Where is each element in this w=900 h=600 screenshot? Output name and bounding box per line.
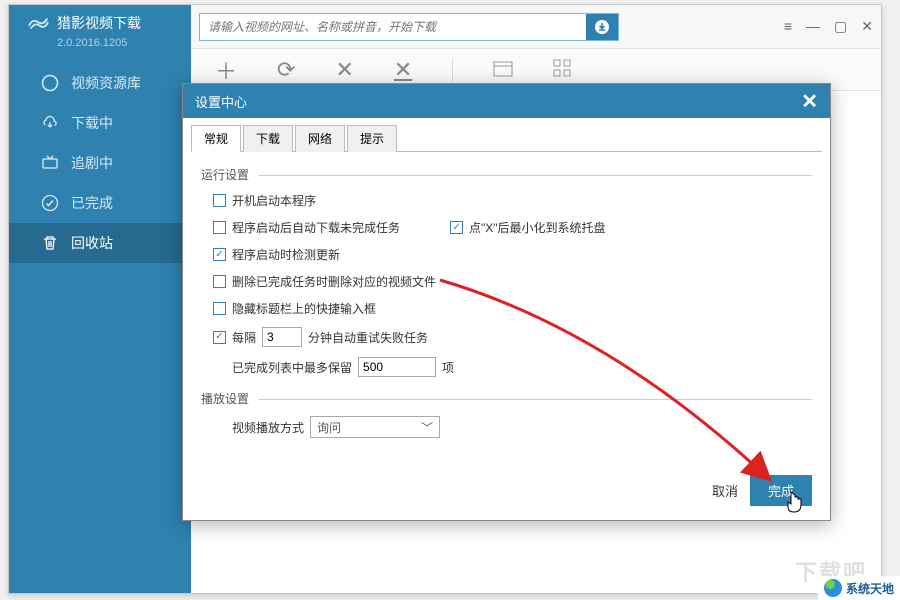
opt-delvideo[interactable]: 删除已完成任务时删除对应的视频文件 bbox=[195, 268, 818, 295]
opt-update[interactable]: ✓ 程序启动时检测更新 bbox=[195, 241, 818, 268]
checkbox-checked-icon[interactable]: ✓ bbox=[213, 331, 226, 344]
sidebar-item-label: 视频资源库 bbox=[71, 73, 141, 93]
search-box bbox=[199, 13, 619, 41]
checkbox-unchecked-icon[interactable] bbox=[213, 275, 226, 288]
search-input[interactable] bbox=[200, 14, 586, 40]
tab-general[interactable]: 常规 bbox=[191, 125, 241, 152]
playmode-select[interactable]: 询问 ﹀ bbox=[310, 416, 440, 438]
modal-footer: 取消 完成 bbox=[183, 465, 830, 520]
opt-keep: 已完成列表中最多保留 项 bbox=[195, 352, 818, 382]
download-icon bbox=[594, 19, 610, 35]
group-play-label: 播放设置 bbox=[201, 390, 818, 407]
maximize-button[interactable]: ▢ bbox=[834, 18, 847, 35]
check-circle-icon bbox=[41, 194, 59, 212]
opt-label: 隐藏标题栏上的快捷输入框 bbox=[232, 300, 376, 317]
sidebar-item-label: 下载中 bbox=[71, 113, 113, 133]
tab-download[interactable]: 下载 bbox=[243, 125, 293, 152]
sidebar-item-series[interactable]: 追剧中 bbox=[9, 143, 191, 183]
view-grid-button[interactable] bbox=[553, 57, 571, 83]
settings-body: 运行设置 开机启动本程序 程序启动后自动下载未完成任务 ✓ 点"X"后最小化到系… bbox=[191, 151, 822, 465]
opt-label: 删除已完成任务时删除对应的视频文件 bbox=[232, 273, 436, 290]
site-badge-text: 系统天地 bbox=[846, 580, 894, 597]
cancel-button[interactable]: 取消 bbox=[712, 481, 738, 500]
sidebar-item-library[interactable]: 视频资源库 bbox=[9, 63, 191, 103]
opt-hidetitle[interactable]: 隐藏标题栏上的快捷输入框 bbox=[195, 295, 818, 322]
minimize-button[interactable]: — bbox=[806, 18, 820, 35]
app-version: 2.0.2016.1205 bbox=[9, 37, 191, 49]
ok-button[interactable]: 完成 bbox=[750, 475, 812, 506]
checkbox-unchecked-icon[interactable] bbox=[213, 221, 226, 234]
tv-icon bbox=[41, 154, 59, 172]
window-controls: ≡ — ▢ ✕ bbox=[784, 18, 873, 35]
sidebar-item-label: 回收站 bbox=[71, 233, 113, 253]
opt-retry[interactable]: ✓ 每隔 分钟自动重试失败任务 bbox=[195, 322, 818, 352]
opt-label: 点"X"后最小化到系统托盘 bbox=[469, 219, 606, 236]
settings-modal: 设置中心 ✕ 常规 下载 网络 提示 运行设置 开机启动本程序 程序启动后自动下… bbox=[182, 83, 831, 521]
cloud-down-icon bbox=[41, 114, 59, 132]
keep-count-input[interactable] bbox=[358, 357, 436, 377]
opt-autostart[interactable]: 开机启动本程序 bbox=[195, 187, 818, 214]
app-title: 猎影视频下载 bbox=[57, 13, 141, 33]
search-download-button[interactable] bbox=[586, 14, 618, 40]
menu-button[interactable]: ≡ bbox=[784, 18, 792, 35]
app-logo-icon bbox=[27, 14, 49, 32]
opt-retry-pre: 每隔 bbox=[232, 329, 256, 346]
checkbox-unchecked-icon[interactable] bbox=[213, 302, 226, 315]
checkbox-checked-icon[interactable]: ✓ bbox=[450, 221, 463, 234]
opt-label: 程序启动时检测更新 bbox=[232, 246, 340, 263]
opt-playmode: 视频播放方式 询问 ﹀ bbox=[195, 411, 818, 443]
sidebar: 猎影视频下载 2.0.2016.1205 视频资源库 下载中 追剧中 已完成 回… bbox=[9, 5, 191, 593]
clear-button[interactable]: ✕ bbox=[394, 57, 412, 83]
chevron-down-icon: ﹀ bbox=[421, 419, 433, 436]
trash-icon bbox=[41, 234, 59, 252]
app-brand: 猎影视频下载 bbox=[9, 5, 191, 35]
sidebar-item-downloading[interactable]: 下载中 bbox=[9, 103, 191, 143]
checkbox-unchecked-icon[interactable] bbox=[213, 194, 226, 207]
opt-retry-post: 分钟自动重试失败任务 bbox=[308, 329, 428, 346]
topbar: ≡ — ▢ ✕ bbox=[191, 5, 881, 49]
opt-label: 程序启动后自动下载未完成任务 bbox=[232, 219, 400, 236]
retry-interval-input[interactable] bbox=[262, 327, 302, 347]
opt-keep-pre: 已完成列表中最多保留 bbox=[232, 359, 352, 376]
close-button[interactable]: ✕ bbox=[861, 18, 873, 35]
opt-resume[interactable]: 程序启动后自动下载未完成任务 bbox=[195, 214, 400, 241]
compass-icon bbox=[41, 74, 59, 92]
opt-label: 开机启动本程序 bbox=[232, 192, 316, 209]
sidebar-item-completed[interactable]: 已完成 bbox=[9, 183, 191, 223]
opt-minimize[interactable]: ✓ 点"X"后最小化到系统托盘 bbox=[450, 214, 606, 241]
add-button[interactable]: ＋ bbox=[215, 54, 237, 86]
opt-keep-post: 项 bbox=[442, 359, 454, 376]
refresh-button[interactable]: ⟳ bbox=[277, 57, 295, 83]
sidebar-item-label: 已完成 bbox=[71, 193, 113, 213]
checkbox-checked-icon[interactable]: ✓ bbox=[213, 248, 226, 261]
site-badge: 系统天地 bbox=[818, 576, 900, 600]
settings-tabs: 常规 下载 网络 提示 bbox=[183, 118, 830, 151]
tab-network[interactable]: 网络 bbox=[295, 125, 345, 152]
delete-button[interactable]: ✕ bbox=[335, 57, 353, 83]
playmode-label: 视频播放方式 bbox=[232, 419, 304, 436]
globe-icon bbox=[824, 579, 842, 597]
modal-titlebar: 设置中心 ✕ bbox=[183, 84, 830, 118]
sidebar-item-label: 追剧中 bbox=[71, 153, 113, 173]
tab-hint[interactable]: 提示 bbox=[347, 125, 397, 152]
playmode-value: 询问 bbox=[317, 419, 341, 436]
toolbar-divider bbox=[452, 58, 453, 82]
sidebar-item-trash[interactable]: 回收站 bbox=[9, 223, 191, 263]
modal-close-button[interactable]: ✕ bbox=[801, 89, 818, 114]
view-list-button[interactable] bbox=[493, 57, 513, 83]
modal-title-text: 设置中心 bbox=[195, 92, 247, 111]
group-run-label: 运行设置 bbox=[201, 166, 818, 183]
